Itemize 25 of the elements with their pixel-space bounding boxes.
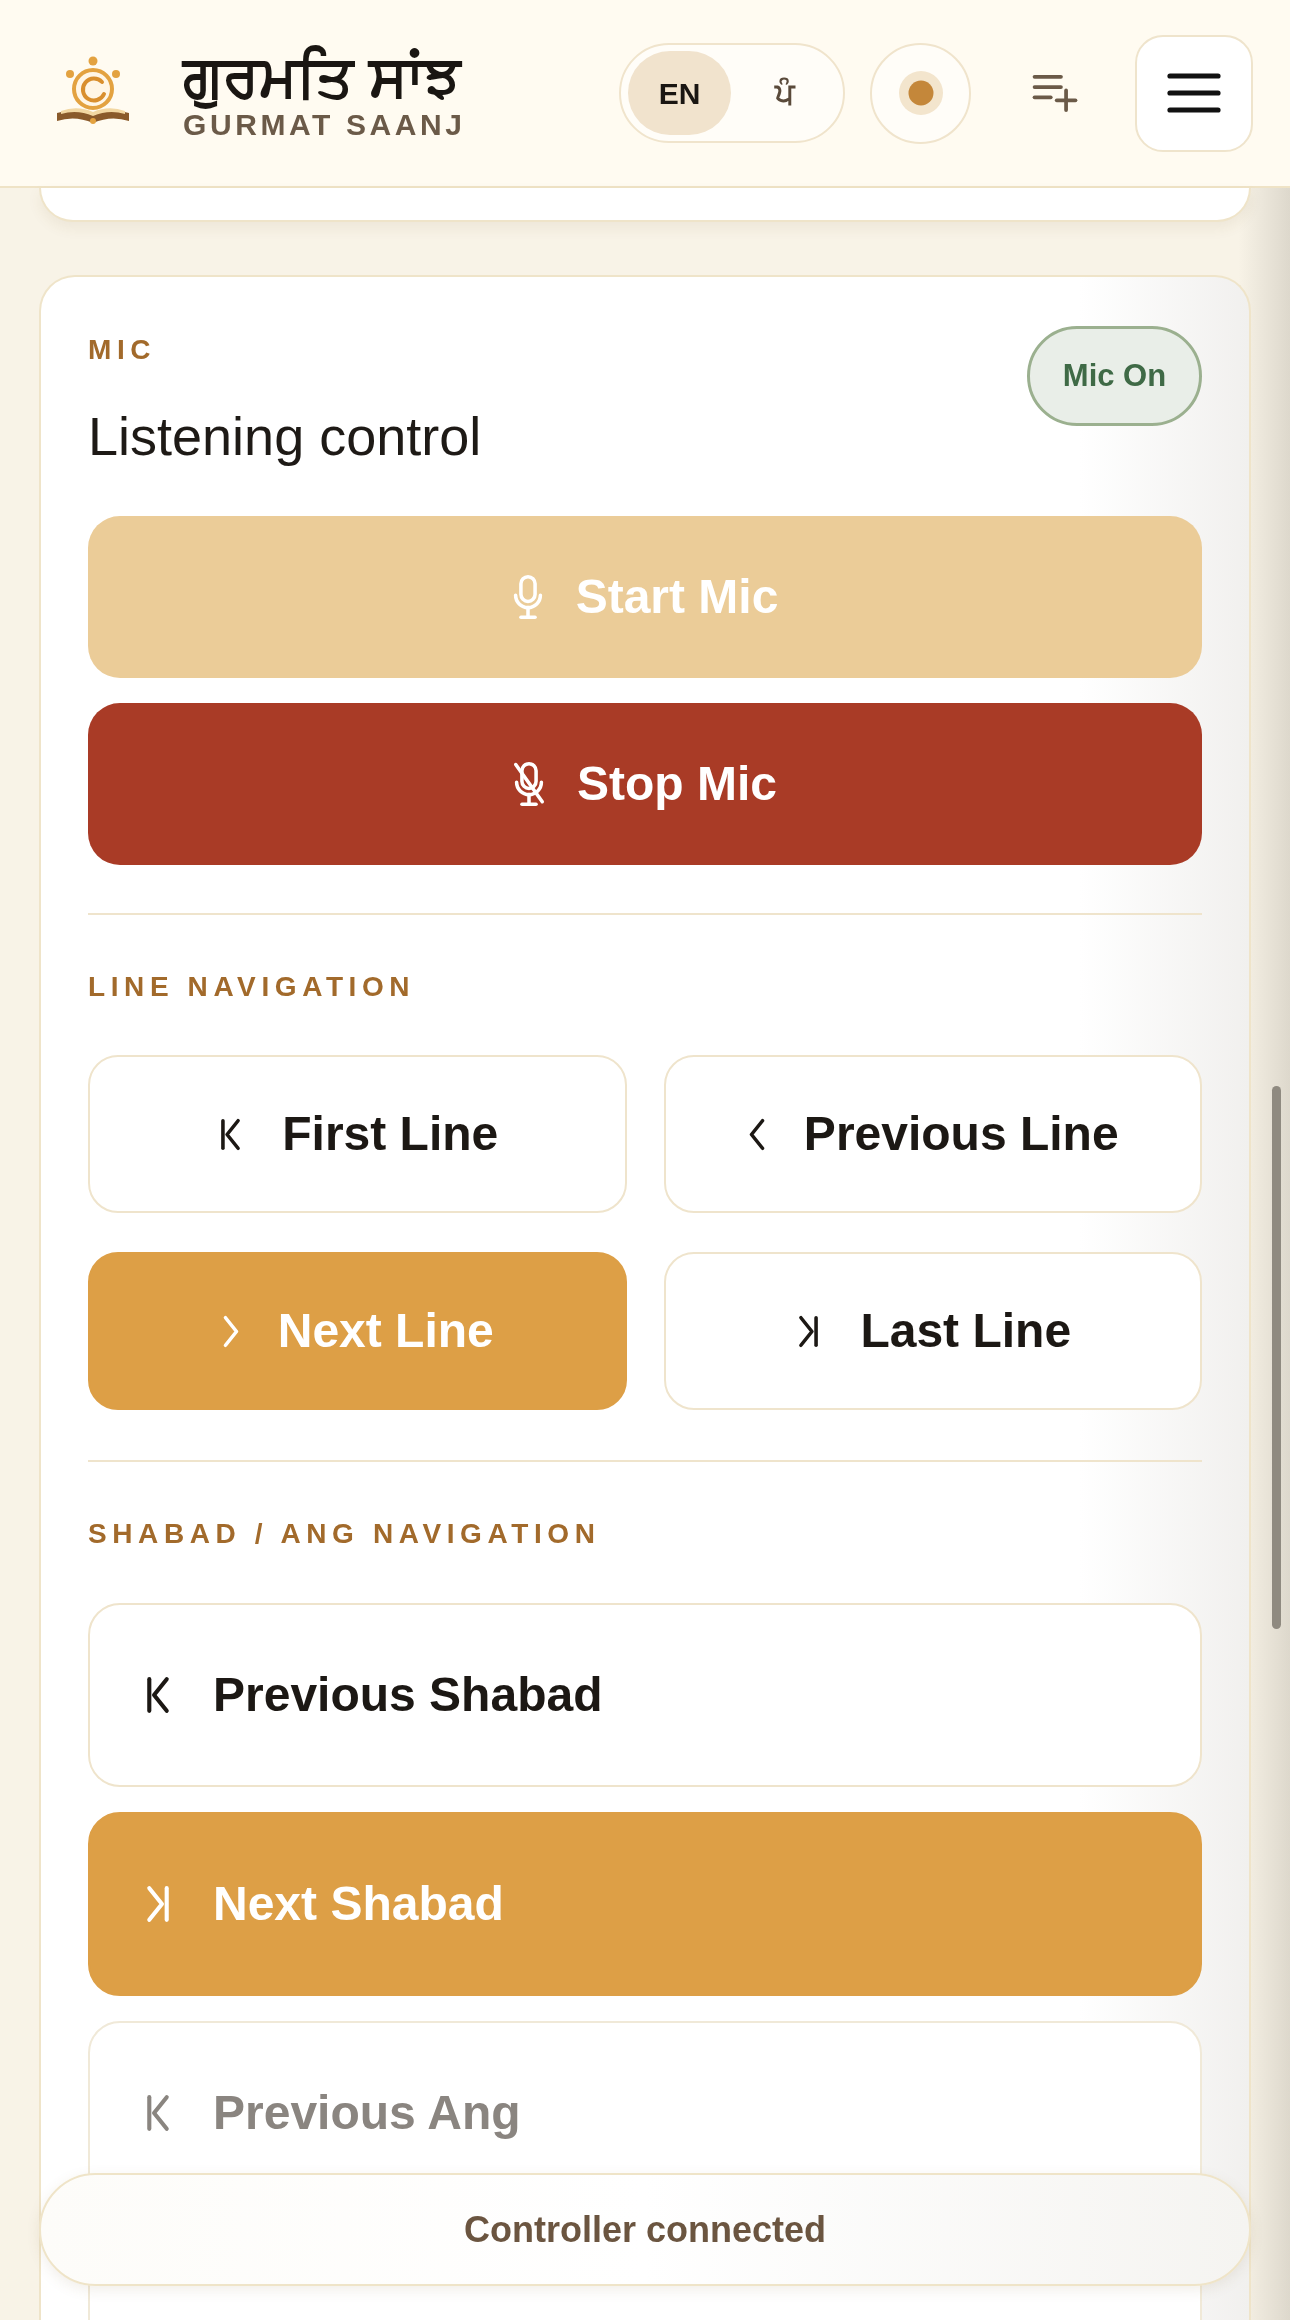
mic-icon bbox=[511, 574, 544, 620]
chevron-first-icon bbox=[144, 2094, 172, 2132]
menu-icon bbox=[1167, 72, 1221, 114]
chevron-last-icon bbox=[144, 1885, 172, 1923]
section-label: LINE NAVIGATION bbox=[88, 970, 417, 1004]
menu-button[interactable] bbox=[1135, 34, 1253, 152]
nav-button[interactable]: Last Line bbox=[663, 1252, 1202, 1410]
section-label: MIC bbox=[88, 333, 158, 367]
scrollbar-thumb[interactable] bbox=[1272, 1086, 1281, 1629]
nav-button[interactable]: First Line bbox=[88, 1055, 627, 1213]
chevron-first-icon bbox=[144, 1676, 172, 1714]
app-title: ਗੁਰਮਤਿ ਸਾਂਝ bbox=[183, 44, 463, 108]
stop-mic-button[interactable]: Stop Mic bbox=[88, 703, 1202, 865]
panel-title: Listening control bbox=[88, 405, 482, 468]
language-tab[interactable]: ਪੰ bbox=[733, 51, 836, 135]
status-toast: Controller connected bbox=[39, 2173, 1251, 2286]
circle-dot-icon bbox=[898, 71, 943, 115]
language-tab[interactable]: EN bbox=[628, 51, 731, 135]
mic-off-icon bbox=[513, 761, 545, 807]
nav-button[interactable]: Previous Line bbox=[663, 1055, 1202, 1213]
status-badge: Mic On bbox=[1027, 326, 1202, 426]
list-plus-icon[interactable] bbox=[1032, 73, 1078, 113]
section-label: SHABAD / ANG NAVIGATION bbox=[88, 1517, 602, 1551]
nav-button[interactable]: Previous Shabad bbox=[88, 1603, 1202, 1787]
app-subtitle: GURMAT SAANJ bbox=[183, 108, 467, 142]
